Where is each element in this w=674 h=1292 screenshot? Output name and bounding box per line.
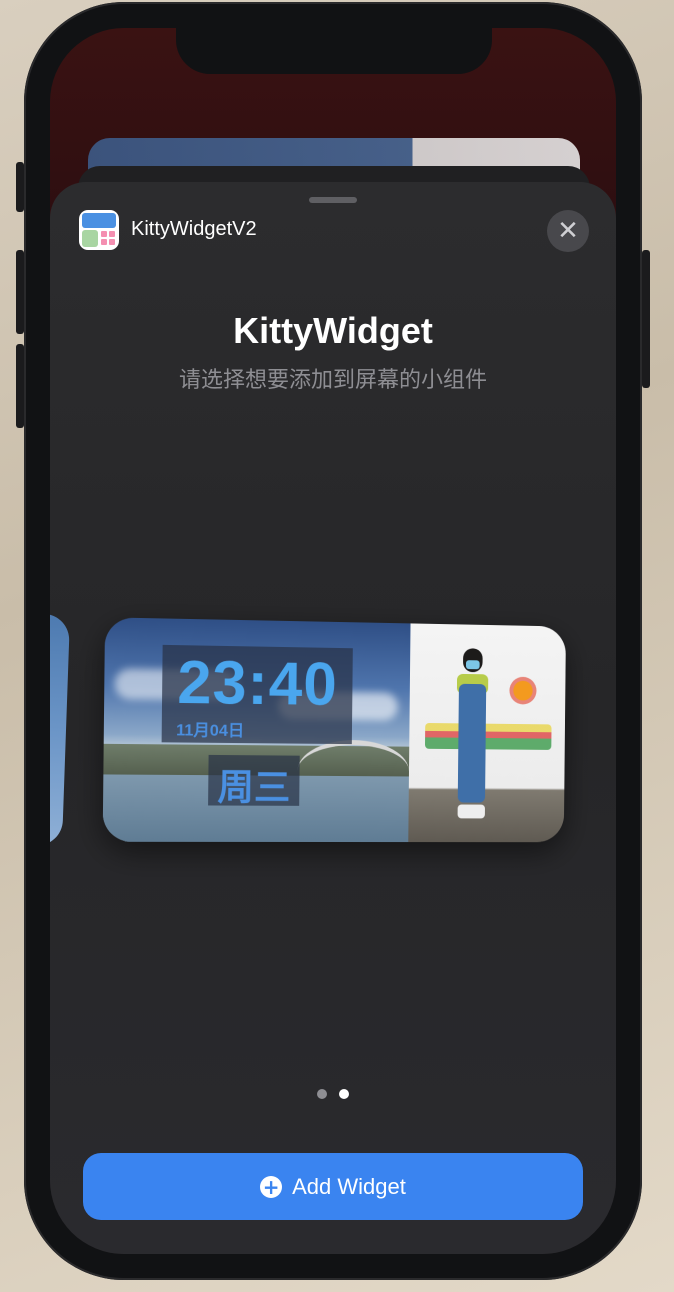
side-button-left-3 bbox=[16, 344, 24, 428]
app-name: KittyWidgetV2 bbox=[131, 218, 257, 240]
sheet-subtitle: 请选择想要添加到屏幕的小组件 bbox=[178, 367, 487, 392]
plus-circle-icon: + bbox=[260, 1175, 283, 1198]
side-button-left-2 bbox=[16, 250, 24, 334]
page-dot-1[interactable] bbox=[317, 1089, 327, 1099]
widget-time: 23:40 bbox=[177, 648, 339, 718]
widget-date: 11月04日 bbox=[176, 722, 245, 741]
side-button-left-1 bbox=[16, 162, 24, 212]
close-icon: ✕ bbox=[557, 216, 579, 246]
add-widget-label: Add Widget bbox=[292, 1173, 406, 1199]
notch bbox=[176, 28, 492, 74]
widget-preview[interactable]: 23:40 11月04日 周三 bbox=[102, 617, 566, 843]
close-button[interactable]: ✕ bbox=[547, 210, 589, 252]
page-dot-2[interactable] bbox=[339, 1089, 349, 1099]
page-indicator[interactable] bbox=[50, 1086, 616, 1099]
widget-weekday: 周三 bbox=[217, 766, 291, 808]
sheet-title: KittyWidget bbox=[233, 310, 433, 351]
side-button-right bbox=[642, 250, 650, 388]
add-widget-button[interactable]: + Add Widget bbox=[83, 1153, 583, 1220]
previous-widget-preview[interactable] bbox=[50, 613, 71, 847]
widget-gallery-sheet: KittyWidgetV2 ✕ KittyWidget 请选择想要添加到屏幕的小… bbox=[50, 182, 616, 1254]
person-figure bbox=[452, 648, 493, 836]
app-icon bbox=[79, 210, 119, 250]
sheet-grabber[interactable] bbox=[309, 197, 357, 203]
